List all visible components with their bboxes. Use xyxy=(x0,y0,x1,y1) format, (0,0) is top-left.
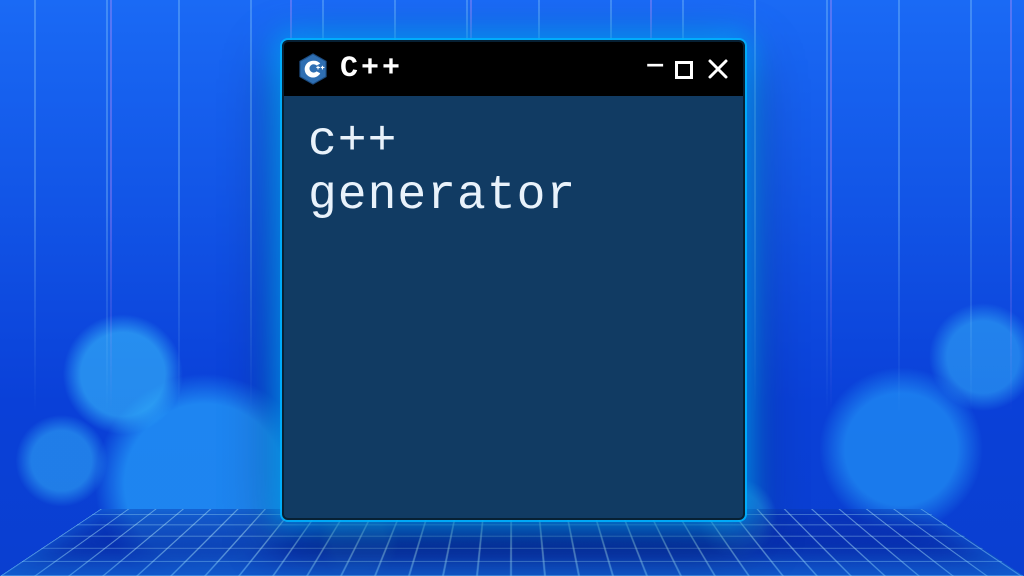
content-line-1: c++ xyxy=(308,116,719,170)
terminal-client-area: c++ generator xyxy=(284,96,743,244)
window-controls: — xyxy=(647,56,729,82)
minimize-button[interactable]: — xyxy=(647,52,661,78)
content-line-2: generator xyxy=(308,170,719,224)
titlebar[interactable]: C++ — xyxy=(284,42,743,96)
cpp-logo-icon xyxy=(298,52,328,86)
window-title: C++ xyxy=(340,52,635,86)
close-button[interactable] xyxy=(707,58,729,80)
maximize-button[interactable] xyxy=(675,61,693,79)
terminal-window: C++ — c++ generator xyxy=(282,40,745,520)
